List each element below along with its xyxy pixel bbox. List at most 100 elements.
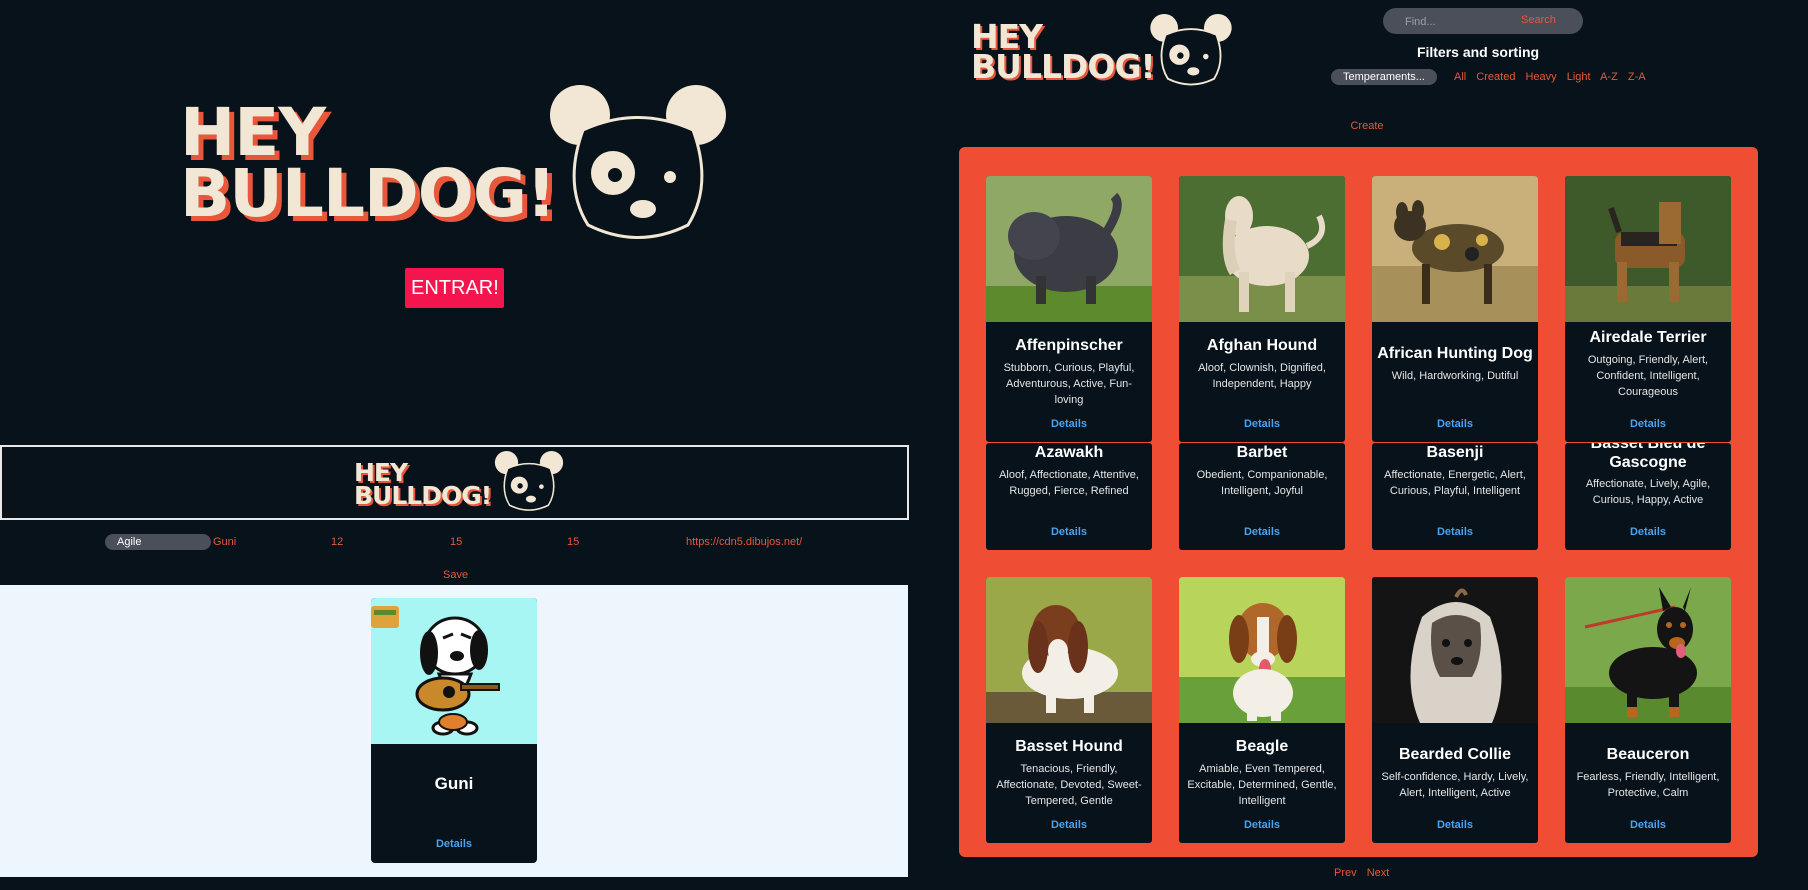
temperament-input[interactable] (105, 534, 211, 550)
dog-grid: Affenpinscher Stubborn, Curious, Playful… (959, 147, 1758, 857)
panda-icon (1150, 14, 1232, 86)
brand-logo: HEY BULLDOG! (180, 85, 740, 255)
dog-temperament: Amiable, Even Tempered, Excitable, Deter… (1187, 763, 1337, 807)
home-section: HEY BULLDOG! Search Filters and sorting … (908, 0, 1808, 890)
brand-wordmark: HEY BULLDOG! (180, 100, 556, 232)
brand-line-2: BULLDOG! (180, 154, 556, 232)
filter-links: All Created Heavy Light A-Z Z-A (1454, 71, 1653, 83)
dog-card[interactable]: Basset Bleu de Gascogne Affectionate, Li… (1565, 443, 1731, 550)
create-dog-section: HEY BULLDOG! Guni 12 15 15 https://cdn5.… (0, 445, 909, 890)
dog-temperament: Tenacious, Friendly, Affectionate, Devot… (996, 763, 1142, 807)
brand-logo: HEY BULLDOG! (354, 451, 574, 517)
temperaments-select[interactable]: Temperaments... (1331, 69, 1437, 85)
dog-temperament: Affectionate, Energetic, Alert, Curious,… (1384, 469, 1526, 497)
dog-image (1179, 176, 1345, 322)
dog-card[interactable]: Beauceron Fearless, Friendly, Intelligen… (1565, 577, 1731, 843)
save-button[interactable]: Save (443, 569, 468, 581)
filter-light[interactable]: Light (1567, 71, 1591, 83)
dog-name: Beauceron (1606, 746, 1690, 763)
dog-card[interactable]: Basenji Affectionate, Energetic, Alert, … (1372, 443, 1538, 550)
dog-name: Beagle (1235, 738, 1289, 755)
details-link[interactable]: Details (1565, 819, 1731, 831)
image-url-field[interactable]: https://cdn5.dibujos.net/ (686, 536, 802, 548)
dog-image (1372, 176, 1538, 322)
dog-name: Basset Hound (1015, 738, 1123, 755)
dog-image (1179, 577, 1345, 723)
dog-name: Barbet (1236, 444, 1288, 461)
dog-card[interactable]: Bearded Collie Self-confidence, Hardy, L… (1372, 577, 1538, 843)
dog-card[interactable]: Barbet Obedient, Companionable, Intellig… (1179, 443, 1345, 550)
dog-image (986, 577, 1152, 723)
dog-card[interactable]: Afghan Hound Aloof, Clownish, Dignified,… (1179, 176, 1345, 442)
pagination: Prev Next (1334, 867, 1396, 879)
dog-name: Basset Bleu de Gascogne (1590, 443, 1706, 471)
create-form-row: Guni 12 15 15 https://cdn5.dibujos.net/ (0, 533, 908, 553)
dog-name: African Hunting Dog (1377, 345, 1533, 362)
brand-line-2: BULLDOG! (971, 47, 1156, 87)
preview-name: Guni (434, 774, 474, 793)
details-link[interactable]: Details (986, 526, 1152, 538)
dog-name: Bearded Collie (1398, 746, 1512, 763)
dog-name: Basenji (1426, 444, 1484, 461)
kk-slider-illustration (371, 606, 500, 736)
details-link[interactable]: Details (1565, 526, 1731, 538)
landing-section: HEY BULLDOG! ENTRAR! (0, 0, 908, 440)
name-field[interactable]: Guni (213, 536, 236, 548)
dog-card[interactable]: Airedale Terrier Outgoing, Friendly, Ale… (1565, 176, 1731, 442)
dog-temperament: Obedient, Companionable, Intelligent, Jo… (1196, 469, 1328, 497)
details-link[interactable]: Details (1179, 418, 1345, 430)
preview-area: Guni Details (0, 585, 908, 877)
life-span-field[interactable]: 15 (567, 536, 579, 548)
filter-all[interactable]: All (1454, 71, 1466, 83)
dog-card[interactable]: Affenpinscher Stubborn, Curious, Playful… (986, 176, 1152, 442)
dog-name: Azawakh (1034, 444, 1104, 461)
dog-temperament: Outgoing, Friendly, Alert, Confident, In… (1587, 354, 1709, 398)
dog-card[interactable]: Beagle Amiable, Even Tempered, Excitable… (1179, 577, 1345, 843)
dog-card[interactable]: Basset Hound Tenacious, Friendly, Affect… (986, 577, 1152, 843)
dog-card[interactable]: Azawakh Aloof, Affectionate, Attentive, … (986, 443, 1152, 550)
dog-image (1565, 577, 1731, 723)
details-link[interactable]: Details (1372, 526, 1538, 538)
details-link[interactable]: Details (1372, 819, 1538, 831)
height-field[interactable]: 12 (331, 536, 343, 548)
preview-image (371, 598, 537, 744)
prev-page-button[interactable]: Prev (1334, 867, 1357, 879)
brand-logo: HEY BULLDOG! (971, 14, 1241, 90)
filter-heavy[interactable]: Heavy (1526, 71, 1557, 83)
weight-field[interactable]: 15 (450, 536, 462, 548)
dog-temperament: Fearless, Friendly, Intelligent, Protect… (1576, 771, 1720, 799)
panda-icon (550, 85, 726, 239)
details-link[interactable]: Details (1565, 418, 1731, 430)
dog-temperament: Wild, Hardworking, Dutiful (1391, 370, 1519, 382)
dog-image (986, 176, 1152, 322)
dog-card[interactable]: African Hunting Dog Wild, Hardworking, D… (1372, 176, 1538, 442)
dog-image (1565, 176, 1731, 322)
sort-a-z[interactable]: A-Z (1600, 71, 1618, 83)
brand-wordmark: HEY BULLDOG! (354, 460, 492, 510)
details-link[interactable]: Details (986, 819, 1152, 831)
dog-temperament: Aloof, Affectionate, Attentive, Rugged, … (999, 469, 1139, 497)
search-input[interactable] (1403, 13, 1517, 31)
dog-temperament: Aloof, Clownish, Dignified, Independent,… (1198, 362, 1326, 390)
details-link[interactable]: Details (1179, 526, 1345, 538)
create-link[interactable]: Create (1342, 120, 1392, 132)
sort-z-a[interactable]: Z-A (1628, 71, 1646, 83)
details-link[interactable]: Details (1179, 819, 1345, 831)
details-link[interactable]: Details (1372, 418, 1538, 430)
dog-name: Afghan Hound (1206, 337, 1318, 354)
dog-image (1372, 577, 1538, 723)
preview-card: Guni Details (371, 598, 537, 863)
next-page-button[interactable]: Next (1367, 867, 1390, 879)
dog-name: Airedale Terrier (1589, 329, 1707, 346)
create-header: HEY BULLDOG! (0, 445, 909, 520)
filter-created[interactable]: Created (1476, 71, 1515, 83)
brand-line-2: BULLDOG! (354, 481, 492, 510)
preview-details-link[interactable]: Details (371, 838, 537, 850)
search-bar: Search (1383, 8, 1583, 34)
details-link[interactable]: Details (986, 418, 1152, 430)
search-button[interactable]: Search (1521, 14, 1556, 26)
dog-temperament: Stubborn, Curious, Playful, Adventurous,… (1003, 362, 1135, 406)
filters-title: Filters and sorting (1416, 44, 1540, 60)
enter-button[interactable]: ENTRAR! (405, 268, 504, 308)
dog-name: Affenpinscher (1015, 337, 1123, 354)
